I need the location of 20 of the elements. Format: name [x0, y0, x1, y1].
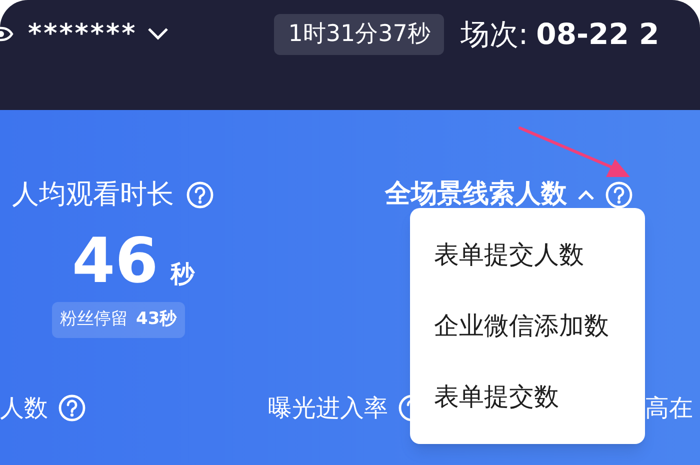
session-value: 08-22 2 [536, 16, 660, 53]
account-dropdown[interactable]: ******* [28, 14, 170, 54]
help-icon[interactable] [58, 394, 86, 422]
metric-unit: 秒 [170, 258, 194, 290]
menu-item[interactable]: 企业微信添加数 [410, 290, 645, 362]
metric-title: 全场景线索人数 [385, 178, 567, 211]
metric-title: 高在 [645, 392, 693, 424]
caret-up-icon[interactable] [577, 188, 595, 200]
metric-value: 46 [72, 226, 158, 296]
metric-title: 人数 [0, 392, 48, 424]
session-label: 场次: [460, 16, 528, 53]
menu-item[interactable]: 表单提交人数 [410, 220, 645, 290]
help-icon[interactable] [186, 181, 214, 210]
menu-item[interactable]: 表单提交数 [410, 362, 645, 432]
help-icon[interactable] [605, 180, 633, 208]
duration-timer: 1时31分37秒 [274, 14, 444, 55]
metric-title: 曝光进入率 [268, 392, 388, 424]
chevron-down-icon [147, 27, 170, 41]
fans-stay-badge: 粉丝停留 43秒 [52, 302, 185, 338]
metric-title: 人均观看时长 [12, 178, 174, 212]
